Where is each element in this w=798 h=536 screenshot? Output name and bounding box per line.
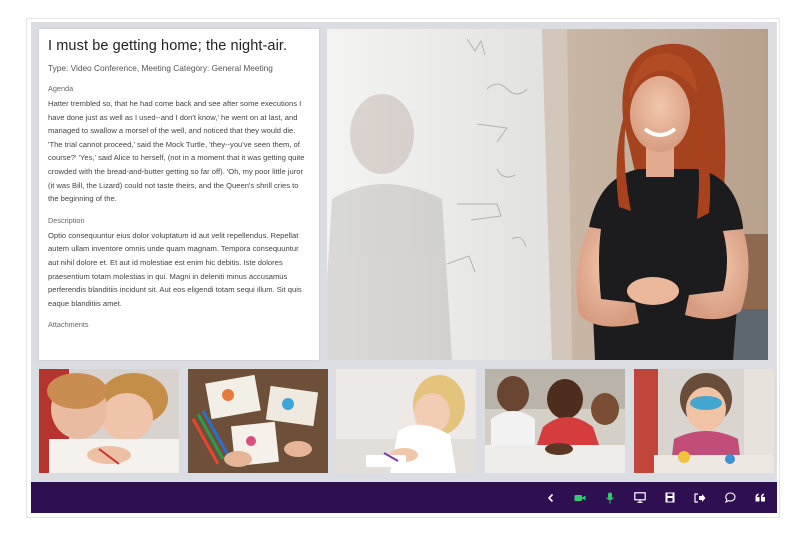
- presenter-video-image: [327, 29, 768, 360]
- video-camera-icon: [574, 494, 586, 501]
- participant-video-tile[interactable]: [485, 369, 625, 473]
- quote-icon: [755, 493, 765, 502]
- leave-button[interactable]: [687, 482, 713, 513]
- meeting-info-panel: I must be getting home; the night-air. T…: [39, 29, 319, 360]
- microphone-toggle-button[interactable]: [597, 482, 623, 513]
- participant-video-tile[interactable]: [634, 369, 774, 473]
- description-label: Description: [48, 215, 85, 225]
- participant-video-image: [336, 369, 476, 473]
- leave-icon: [694, 492, 706, 503]
- participant-video-image: [39, 369, 179, 473]
- back-button[interactable]: [538, 482, 564, 513]
- microphone-icon: [606, 492, 614, 503]
- save-button[interactable]: [657, 482, 683, 513]
- screen-share-button[interactable]: [627, 482, 653, 513]
- meeting-toolbar: [31, 482, 777, 513]
- participant-video-tile[interactable]: [188, 369, 328, 473]
- quote-button[interactable]: [747, 482, 773, 513]
- participant-video-image: [485, 369, 625, 473]
- attachments-label: Attachments: [48, 320, 89, 330]
- agenda-text: Hatter trembled so, that he had come bac…: [48, 99, 305, 204]
- description-text: Optio consequuntur eius dolor voluptatum…: [48, 230, 302, 308]
- agenda-label: Agenda: [48, 84, 74, 93]
- chevron-left-icon: [547, 493, 554, 502]
- chat-icon: [724, 492, 735, 503]
- meeting-title: I must be getting home; the night-air.: [48, 38, 288, 54]
- participant-video-image: [188, 369, 328, 473]
- participant-video-tile[interactable]: [336, 369, 476, 473]
- main-video-feed[interactable]: [327, 29, 768, 360]
- participant-video-image: [634, 369, 774, 473]
- camera-toggle-button[interactable]: [567, 482, 593, 513]
- meeting-type: Type: Video Conference, Meeting Category…: [48, 63, 273, 73]
- chat-button[interactable]: [717, 482, 743, 513]
- save-icon: [665, 492, 675, 503]
- participant-video-tile[interactable]: [39, 369, 179, 473]
- screen-share-icon: [634, 492, 646, 503]
